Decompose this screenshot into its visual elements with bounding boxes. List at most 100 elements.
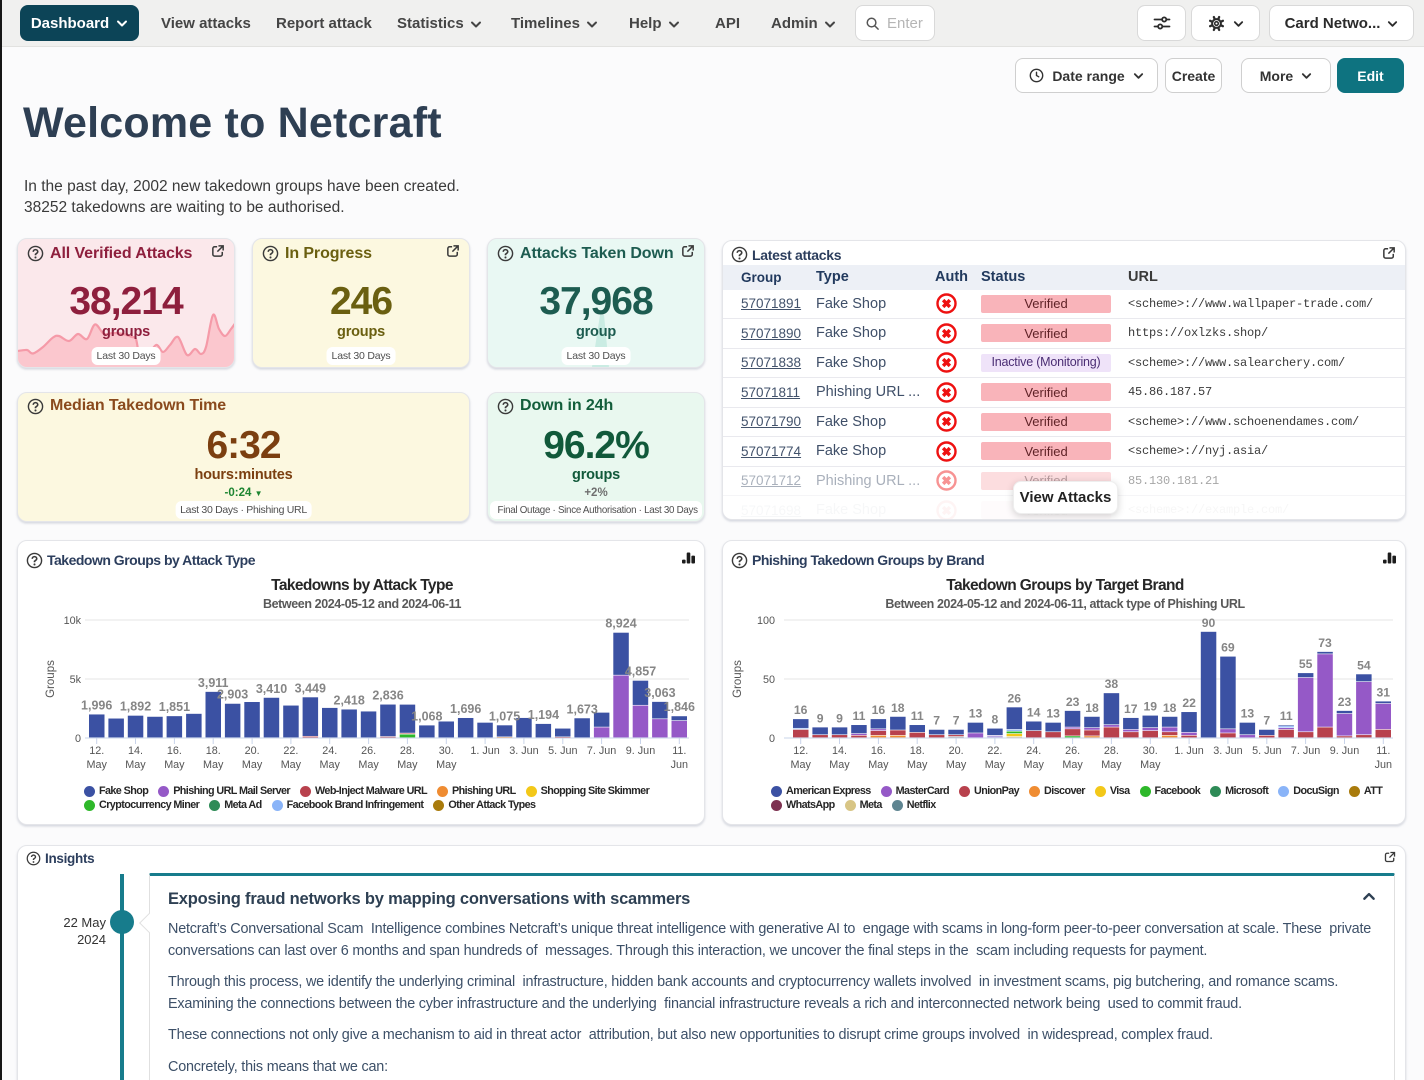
svg-text:May: May — [125, 759, 146, 771]
svg-text:May: May — [242, 759, 263, 771]
svg-text:20.: 20. — [245, 745, 260, 757]
svg-text:30.: 30. — [1143, 745, 1158, 757]
svg-text:17: 17 — [1124, 702, 1138, 716]
svg-text:May: May — [281, 759, 302, 771]
svg-text:Takedown Groups by Target Bran: Takedown Groups by Target Brand — [946, 577, 1184, 594]
svg-text:May: May — [1140, 759, 1161, 771]
svg-text:26.: 26. — [1065, 745, 1080, 757]
svg-text:11.: 11. — [672, 745, 686, 757]
svg-text:3,063: 3,063 — [644, 686, 675, 700]
svg-text:1,996: 1,996 — [81, 698, 112, 712]
svg-text:2,418: 2,418 — [334, 694, 365, 708]
svg-text:18: 18 — [1163, 701, 1177, 715]
svg-text:1. Jun: 1. Jun — [1174, 745, 1203, 757]
svg-text:8: 8 — [992, 713, 999, 727]
svg-text:May: May — [319, 759, 340, 771]
svg-text:69: 69 — [1221, 641, 1235, 655]
svg-text:May: May — [164, 759, 185, 771]
svg-text:9. Jun: 9. Jun — [1330, 745, 1359, 757]
svg-text:28.: 28. — [400, 745, 415, 757]
svg-text:18: 18 — [891, 701, 905, 715]
svg-text:20.: 20. — [949, 745, 964, 757]
svg-text:16: 16 — [872, 703, 886, 717]
svg-text:Groups: Groups — [45, 660, 57, 698]
svg-text:1,851: 1,851 — [159, 700, 190, 714]
svg-text:1. Jun: 1. Jun — [470, 745, 499, 757]
svg-text:55: 55 — [1299, 657, 1313, 671]
svg-text:May: May — [829, 759, 850, 771]
svg-text:2,903: 2,903 — [217, 688, 248, 702]
svg-text:Takedowns by Attack Type: Takedowns by Attack Type — [271, 577, 454, 594]
svg-text:9: 9 — [836, 711, 843, 725]
svg-text:May: May — [86, 759, 107, 771]
svg-text:1,673: 1,673 — [567, 702, 598, 716]
svg-text:23: 23 — [1338, 695, 1352, 709]
svg-text:73: 73 — [1318, 636, 1332, 650]
svg-text:5. Jun: 5. Jun — [548, 745, 577, 757]
svg-text:May: May — [397, 759, 418, 771]
svg-text:30.: 30. — [439, 745, 454, 757]
svg-text:14: 14 — [1027, 706, 1041, 720]
svg-text:3,410: 3,410 — [256, 682, 287, 696]
svg-text:Jun: Jun — [671, 759, 688, 771]
svg-text:11: 11 — [1280, 709, 1293, 723]
svg-text:11: 11 — [853, 709, 866, 723]
svg-text:9: 9 — [817, 711, 824, 725]
svg-text:18: 18 — [1085, 701, 1099, 715]
svg-text:Groups: Groups — [732, 660, 744, 698]
svg-text:May: May — [203, 759, 224, 771]
svg-text:8,924: 8,924 — [605, 617, 636, 631]
svg-text:26.: 26. — [361, 745, 376, 757]
svg-text:May: May — [1062, 759, 1083, 771]
svg-text:3. Jun: 3. Jun — [1213, 745, 1242, 757]
svg-text:5k: 5k — [70, 674, 82, 686]
svg-text:May: May — [868, 759, 889, 771]
svg-text:7: 7 — [933, 714, 940, 728]
svg-text:31: 31 — [1377, 685, 1391, 699]
svg-text:90: 90 — [1202, 616, 1216, 630]
svg-text:5. Jun: 5. Jun — [1252, 745, 1281, 757]
svg-text:7: 7 — [953, 714, 960, 728]
svg-text:0: 0 — [769, 733, 775, 745]
svg-text:18.: 18. — [206, 745, 221, 757]
svg-text:18.: 18. — [910, 745, 925, 757]
svg-text:24.: 24. — [1026, 745, 1041, 757]
svg-text:13: 13 — [969, 707, 983, 721]
svg-text:14.: 14. — [128, 745, 143, 757]
svg-text:1,846: 1,846 — [664, 700, 695, 714]
svg-text:May: May — [358, 759, 379, 771]
svg-text:26: 26 — [1008, 691, 1022, 705]
svg-text:24.: 24. — [322, 745, 337, 757]
svg-text:Between 2024-05-12 and 2024-06: Between 2024-05-12 and 2024-06-11, attac… — [885, 597, 1245, 611]
svg-text:May: May — [985, 759, 1006, 771]
svg-text:Between 2024-05-12 and 2024-06: Between 2024-05-12 and 2024-06-11 — [263, 597, 461, 611]
svg-text:1,892: 1,892 — [120, 700, 151, 714]
svg-text:16.: 16. — [871, 745, 886, 757]
svg-text:23: 23 — [1066, 695, 1080, 709]
svg-text:2,836: 2,836 — [372, 689, 403, 703]
svg-text:13: 13 — [1046, 707, 1060, 721]
svg-text:May: May — [1023, 759, 1044, 771]
svg-text:16.: 16. — [167, 745, 182, 757]
svg-text:3,449: 3,449 — [295, 681, 326, 695]
svg-text:4,857: 4,857 — [625, 665, 656, 679]
svg-text:0: 0 — [75, 733, 81, 745]
svg-text:1,194: 1,194 — [528, 708, 559, 722]
svg-text:28.: 28. — [1104, 745, 1119, 757]
svg-text:9. Jun: 9. Jun — [626, 745, 655, 757]
svg-text:May: May — [946, 759, 967, 771]
svg-text:38: 38 — [1105, 677, 1119, 691]
svg-text:1,068: 1,068 — [411, 709, 442, 723]
svg-text:7. Jun: 7. Jun — [587, 745, 616, 757]
svg-text:1,075: 1,075 — [489, 709, 520, 723]
svg-text:54: 54 — [1357, 658, 1371, 672]
svg-text:22.: 22. — [283, 745, 298, 757]
svg-text:12.: 12. — [89, 745, 104, 757]
svg-text:7. Jun: 7. Jun — [1291, 745, 1320, 757]
svg-text:13: 13 — [1241, 707, 1255, 721]
svg-text:14.: 14. — [832, 745, 847, 757]
svg-text:16: 16 — [794, 703, 808, 717]
svg-text:7: 7 — [1263, 714, 1270, 728]
svg-text:May: May — [907, 759, 928, 771]
svg-text:11.: 11. — [1376, 745, 1390, 757]
